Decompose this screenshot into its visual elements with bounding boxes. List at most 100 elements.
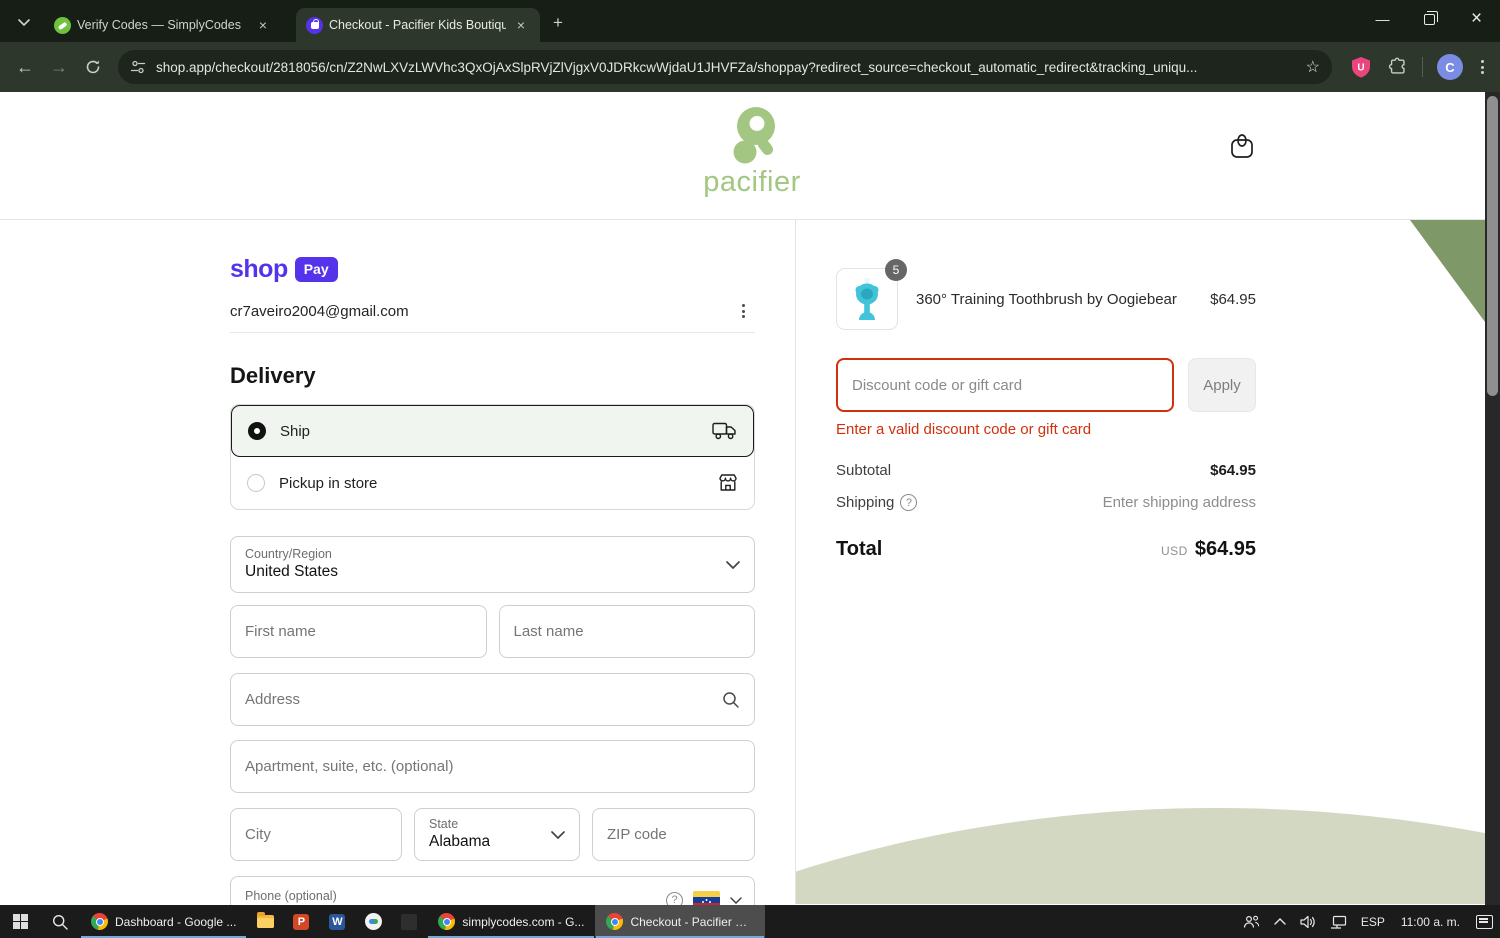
address-input[interactable] <box>245 691 722 708</box>
city-field[interactable] <box>230 808 402 861</box>
back-button[interactable]: ← <box>8 50 42 84</box>
extensions-puzzle-icon[interactable] <box>1387 56 1409 78</box>
profile-avatar[interactable]: C <box>1437 54 1463 80</box>
scrollbar-thumb[interactable] <box>1487 96 1498 396</box>
checkout-main: shop Pay cr7aveiro2004@gmail.com Deliver… <box>0 220 1500 905</box>
divider <box>1422 57 1423 77</box>
new-tab-button[interactable]: + <box>545 10 571 36</box>
windows-logo-icon <box>12 914 28 929</box>
zip-input[interactable] <box>607 826 740 843</box>
venezuela-flag-icon[interactable] <box>693 891 720 905</box>
tab-title: Verify Codes — SimplyCodes <box>77 18 241 32</box>
discount-code-input[interactable] <box>852 376 1158 394</box>
shipping-help-icon[interactable]: ? <box>900 494 918 511</box>
reload-button[interactable] <box>76 50 110 84</box>
start-button[interactable] <box>0 905 40 938</box>
volume-button[interactable] <box>1293 905 1323 938</box>
file-explorer-button[interactable] <box>247 905 283 938</box>
delivery-option-ship[interactable]: Ship <box>231 405 754 457</box>
forward-button[interactable]: → <box>42 50 76 84</box>
state-label: State <box>429 816 459 831</box>
restore-button[interactable] <box>1406 0 1453 38</box>
page-scrollbar[interactable] <box>1485 92 1500 905</box>
task-label: simplycodes.com - G... <box>462 914 585 929</box>
zip-field[interactable] <box>592 808 755 861</box>
word-button[interactable]: W <box>319 905 355 938</box>
tab-search-button[interactable] <box>10 8 38 36</box>
powerpoint-button[interactable]: P <box>283 905 319 938</box>
brand-logo[interactable]: pacifier <box>692 106 812 199</box>
shop-favicon-icon <box>306 16 323 34</box>
clock[interactable]: 11:00 a. m. <box>1392 915 1469 929</box>
extension-area: U C <box>1342 54 1500 80</box>
apartment-field[interactable] <box>230 740 755 793</box>
tab-close-icon[interactable]: × <box>254 16 272 34</box>
phone-field[interactable]: Phone (optional) +58 424 6372375 ? <box>230 876 755 905</box>
customer-email: cr7aveiro2004@gmail.com <box>230 302 409 320</box>
total-value: $64.95 <box>1194 538 1256 560</box>
tab-simplycodes[interactable]: Verify Codes — SimplyCodes × <box>44 8 282 42</box>
product-name: 360° Training Toothbrush by Oogiebear <box>916 290 1177 308</box>
shipping-row: Shipping ? Enter shipping address <box>836 494 1256 511</box>
minimize-button[interactable]: — <box>1359 0 1406 38</box>
simplycodes-favicon-icon <box>54 16 71 34</box>
close-window-button[interactable]: × <box>1453 0 1500 38</box>
browser-chrome: Verify Codes — SimplyCodes × Checkout - … <box>0 0 1500 92</box>
checkout-form-column: shop Pay cr7aveiro2004@gmail.com Deliver… <box>0 220 795 905</box>
delivery-option-pickup[interactable]: Pickup in store <box>231 457 754 509</box>
tab-close-icon[interactable]: × <box>512 16 530 34</box>
address-field[interactable] <box>230 673 755 726</box>
taskbar-task-checkout[interactable]: Checkout - Pacifier Ki... <box>595 905 766 938</box>
first-name-field[interactable] <box>230 605 487 658</box>
tray-overflow-button[interactable] <box>1267 905 1293 938</box>
apply-button[interactable]: Apply <box>1188 358 1256 412</box>
total-row: Total USD $64.95 <box>836 538 1256 561</box>
apartment-input[interactable] <box>245 758 740 775</box>
discount-code-field[interactable] <box>836 358 1174 412</box>
phone-help-icon[interactable]: ? <box>666 891 683 905</box>
taskbar-task-simplycodes[interactable]: simplycodes.com - G... <box>427 905 595 938</box>
browser-menu-button[interactable] <box>1471 54 1494 80</box>
language-indicator[interactable]: ESP <box>1354 905 1392 938</box>
decorative-ellipse <box>796 808 1500 904</box>
people-button[interactable] <box>1236 905 1267 938</box>
browser-toolbar: ← → shop.app/checkout/2818056/cn/Z2NwLXV… <box>0 42 1500 92</box>
bookmark-star-icon[interactable]: ☆ <box>1306 57 1320 77</box>
state-select[interactable]: State Alabama <box>414 808 580 861</box>
truck-icon <box>712 422 737 440</box>
cart-button[interactable] <box>1229 132 1255 160</box>
shipping-value: Enter shipping address <box>1102 494 1256 511</box>
subtotal-label: Subtotal <box>836 462 892 479</box>
cart-line-item: 5 360° Training Toothbrush by Oogiebear … <box>836 259 1256 330</box>
last-name-input[interactable] <box>513 623 740 640</box>
task-label: Checkout - Pacifier Ki... <box>630 914 755 929</box>
country-label: Country/Region <box>245 546 332 561</box>
media-app-button[interactable] <box>355 905 391 938</box>
subtotal-value: $64.95 <box>1210 462 1256 479</box>
radio-selected-icon[interactable] <box>248 422 266 440</box>
notification-center-button[interactable] <box>1469 905 1500 938</box>
country-select[interactable]: Country/Region United States <box>230 536 755 593</box>
taskbar-search-button[interactable] <box>40 905 80 938</box>
toothbrush-image <box>855 278 879 320</box>
site-header: pacifier <box>0 92 1500 220</box>
total-label: Total <box>836 538 883 560</box>
url-text: shop.app/checkout/2818056/cn/Z2NwLXVzLWV… <box>156 59 1198 75</box>
last-name-field[interactable] <box>498 605 755 658</box>
tab-checkout[interactable]: Checkout - Pacifier Kids Boutiqu × <box>296 8 540 42</box>
powerpoint-icon: P <box>293 913 310 930</box>
option-label: Pickup in store <box>279 474 378 492</box>
taskbar-task-dashboard[interactable]: Dashboard - Google ... <box>80 905 247 938</box>
people-icon <box>1243 915 1259 928</box>
ublock-shield-icon[interactable]: U <box>1349 55 1373 79</box>
speaker-icon <box>1300 915 1315 928</box>
chevron-down-icon <box>551 830 565 839</box>
email-menu-button[interactable] <box>732 298 755 324</box>
media-app-icon <box>364 913 382 930</box>
url-bar[interactable]: shop.app/checkout/2818056/cn/Z2NwLXVzLWV… <box>118 50 1332 84</box>
first-name-input[interactable] <box>245 623 472 640</box>
pinned-app-button[interactable] <box>391 905 427 938</box>
network-button[interactable] <box>1323 905 1354 938</box>
city-input[interactable] <box>245 826 387 843</box>
radio-unselected-icon[interactable] <box>247 474 265 492</box>
